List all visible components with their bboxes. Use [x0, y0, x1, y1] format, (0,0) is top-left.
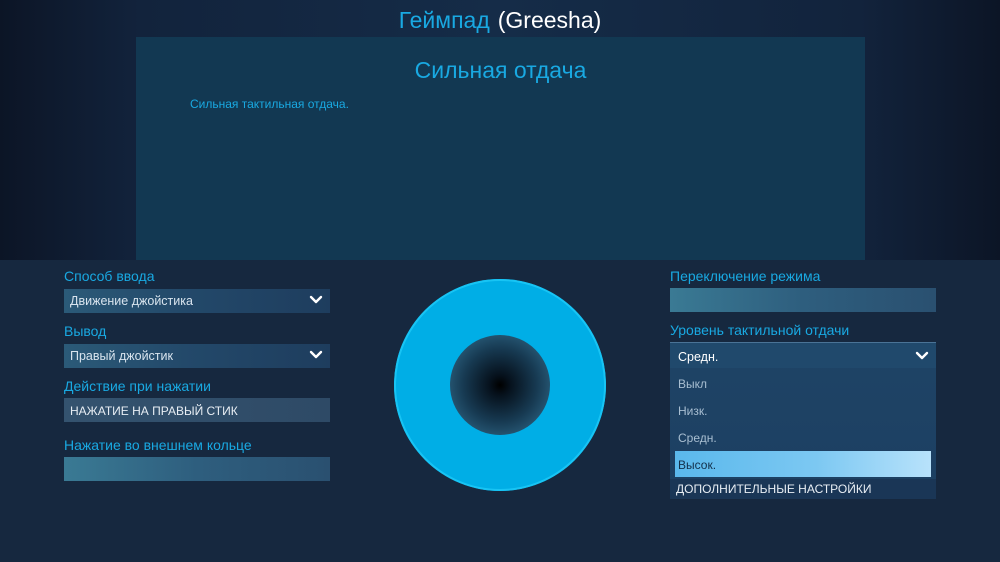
- joystick-visual: [394, 279, 606, 491]
- title-device: Геймпад: [398, 7, 490, 33]
- description-panel: Сильная отдача Сильная тактильная отдача…: [136, 37, 865, 260]
- mode-shift-label: Переключение режима: [670, 268, 821, 284]
- more-settings-button[interactable]: ДОПОЛНИТЕЛЬНЫЕ НАСТРОЙКИ: [670, 479, 936, 499]
- haptic-level-current[interactable]: Средн.: [670, 342, 936, 368]
- haptic-level-dropdown[interactable]: Средн. Выкл Низк. Средн. Высок. ДОПОЛНИТ…: [670, 342, 936, 499]
- outer-ring-label: Нажатие во внешнем кольце: [64, 437, 252, 453]
- output-value: Правый джойстик: [70, 349, 173, 363]
- haptic-option-medium[interactable]: Средн.: [675, 424, 931, 450]
- input-method-label: Способ ввода: [64, 268, 155, 284]
- mode-shift-button[interactable]: [670, 288, 936, 312]
- chevron-down-icon: [309, 295, 323, 304]
- description-text: Сильная тактильная отдача.: [190, 97, 349, 111]
- haptic-level-label: Уровень тактильной отдачи: [670, 322, 850, 338]
- title-user: (Greesha): [497, 7, 602, 33]
- click-action-button[interactable]: НАЖАТИЕ НА ПРАВЫЙ СТИК: [64, 398, 330, 422]
- haptic-option-off[interactable]: Выкл: [675, 370, 931, 396]
- chevron-down-icon: [915, 351, 929, 360]
- input-method-dropdown[interactable]: Движение джойстика: [64, 289, 330, 313]
- outer-ring-button[interactable]: [64, 457, 330, 481]
- click-action-value: НАЖАТИЕ НА ПРАВЫЙ СТИК: [70, 404, 238, 418]
- joystick-center: [450, 335, 550, 435]
- haptic-option-label: Высок.: [678, 458, 717, 472]
- chevron-down-icon: [309, 350, 323, 359]
- page-title: Геймпад (Greesha): [0, 4, 1000, 36]
- output-dropdown[interactable]: Правый джойстик: [64, 344, 330, 368]
- input-method-value: Движение джойстика: [70, 294, 193, 308]
- haptic-option-label: Средн.: [678, 431, 717, 445]
- more-settings-label: ДОПОЛНИТЕЛЬНЫЕ НАСТРОЙКИ: [676, 482, 872, 496]
- haptic-option-high[interactable]: Высок.: [675, 451, 931, 477]
- click-action-label: Действие при нажатии: [64, 378, 211, 394]
- haptic-option-label: Низк.: [678, 404, 708, 418]
- haptic-option-low[interactable]: Низк.: [675, 397, 931, 423]
- output-label: Вывод: [64, 323, 107, 339]
- haptic-level-value: Средн.: [678, 350, 719, 364]
- description-title: Сильная отдача: [414, 57, 587, 83]
- haptic-option-label: Выкл: [678, 377, 708, 391]
